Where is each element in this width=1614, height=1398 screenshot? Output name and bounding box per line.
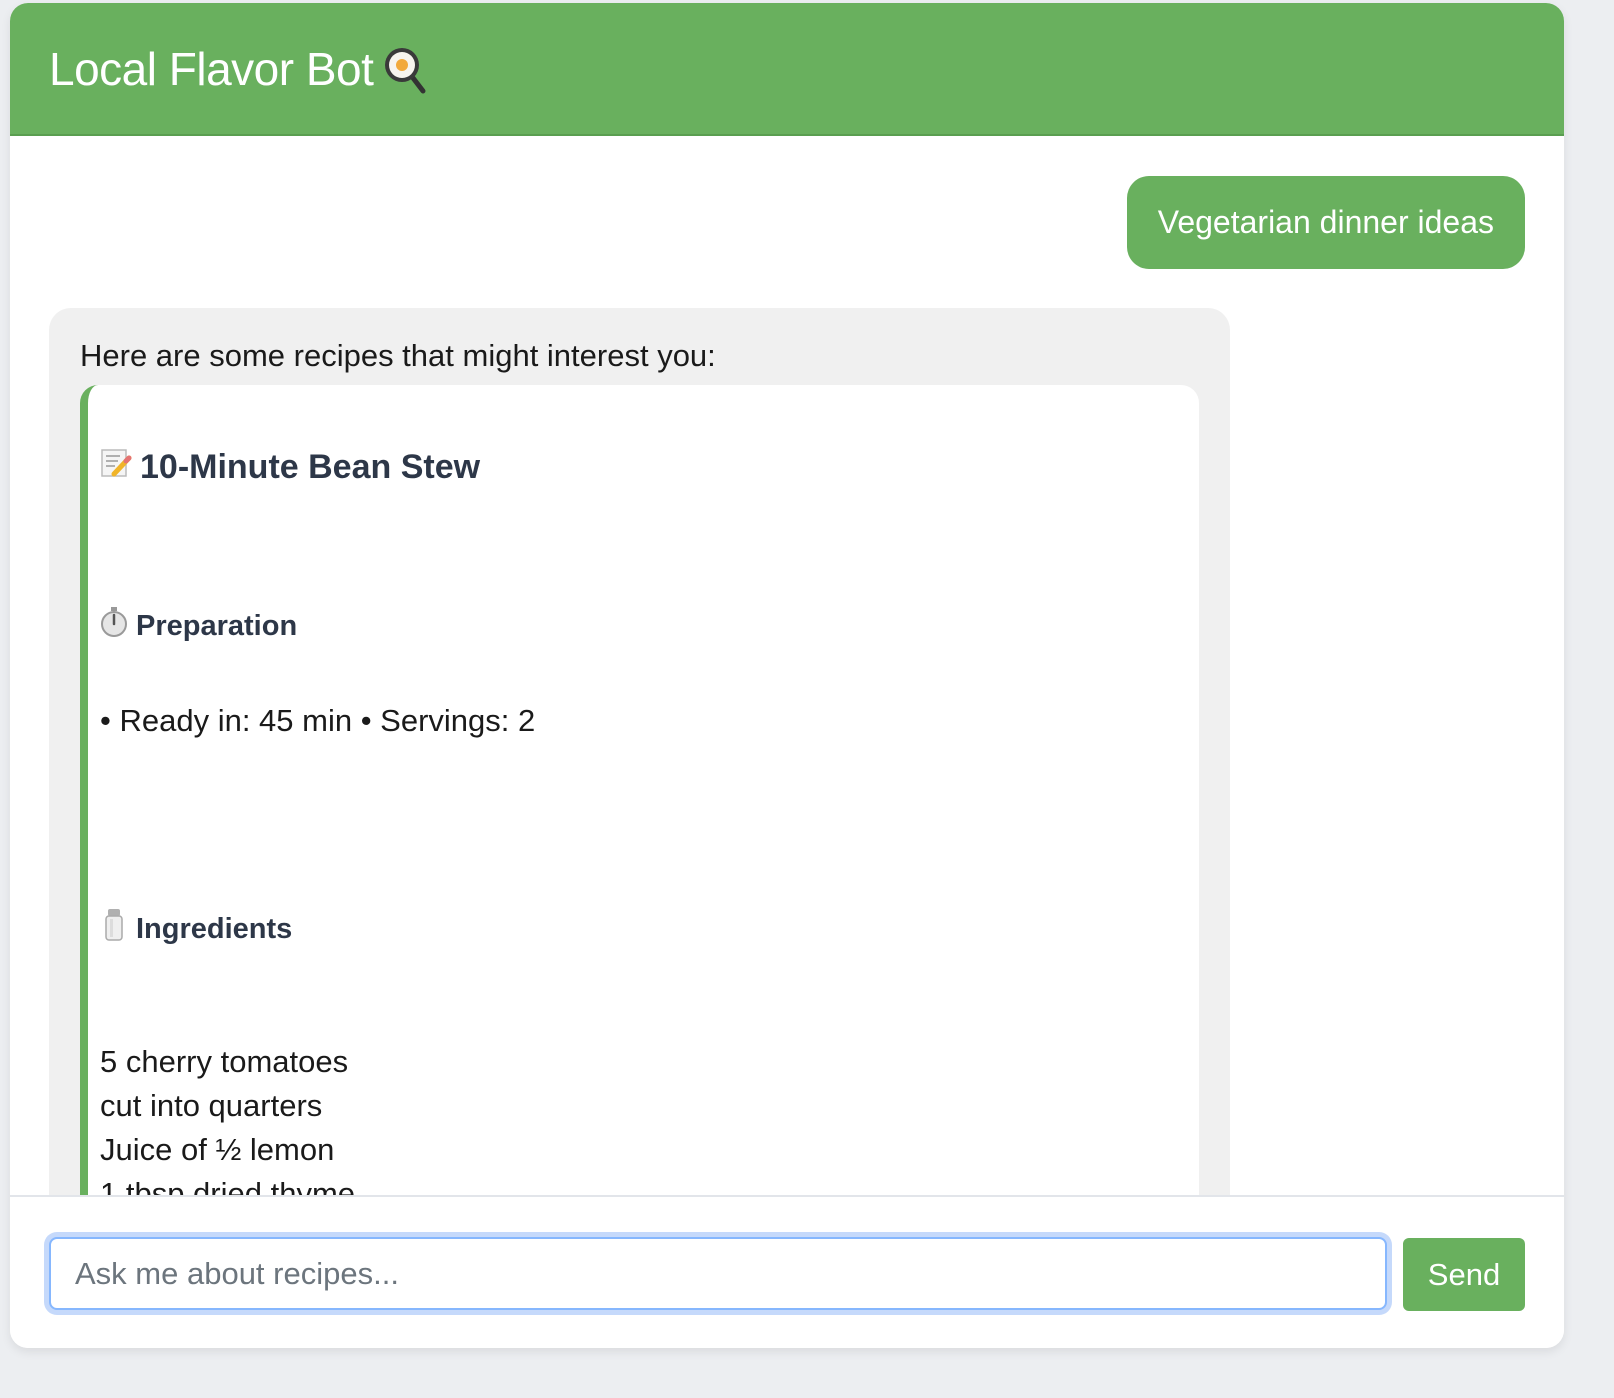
app-header: Local Flavor Bot: [10, 3, 1564, 136]
ingredient-list: 5 cherry tomatoes cut into quarters Juic…: [100, 1040, 355, 1195]
recipe-title-text: 10-Minute Bean Stew: [140, 448, 481, 486]
message-list[interactable]: Vegetarian dinner ideas Here are some re…: [10, 138, 1564, 1195]
chat-app: Local Flavor Bot Vegetarian dinner ideas…: [10, 3, 1564, 1348]
ingredient-item: 1 tbsp dried thyme: [100, 1176, 356, 1195]
memo-pencil-icon: [100, 447, 132, 488]
input-bar: Send: [10, 1195, 1564, 1348]
user-message: Vegetarian dinner ideas: [1126, 176, 1525, 269]
preparation-heading: Preparation: [100, 607, 297, 645]
salt-shaker-icon: [100, 909, 128, 949]
ingredients-heading-text: Ingredients: [136, 912, 293, 945]
ingredient-item: Juice of ½ lemon: [100, 1132, 335, 1167]
stopwatch-icon: [100, 607, 128, 645]
ingredient-item: cut into quarters: [100, 1088, 323, 1123]
recipe-title: 10-Minute Bean Stew: [100, 447, 480, 488]
chat-input[interactable]: [49, 1237, 1387, 1310]
preparation-heading-text: Preparation: [136, 609, 298, 642]
preparation-details: • Ready in: 45 min • Servings: 2: [100, 703, 536, 738]
recipe-card: 10-Minute Bean Stew Preparation • Ready …: [80, 385, 1199, 1195]
ingredients-heading: Ingredients: [100, 909, 292, 949]
ingredient-item: 5 cherry tomatoes: [100, 1044, 349, 1079]
bot-intro-text: Here are some recipes that might interes…: [80, 338, 716, 373]
send-button[interactable]: Send: [1403, 1238, 1525, 1311]
frying-pan-egg-icon: [383, 46, 427, 96]
bot-message: Here are some recipes that might interes…: [49, 308, 1230, 1195]
app-title: Local Flavor Bot: [49, 42, 374, 95]
